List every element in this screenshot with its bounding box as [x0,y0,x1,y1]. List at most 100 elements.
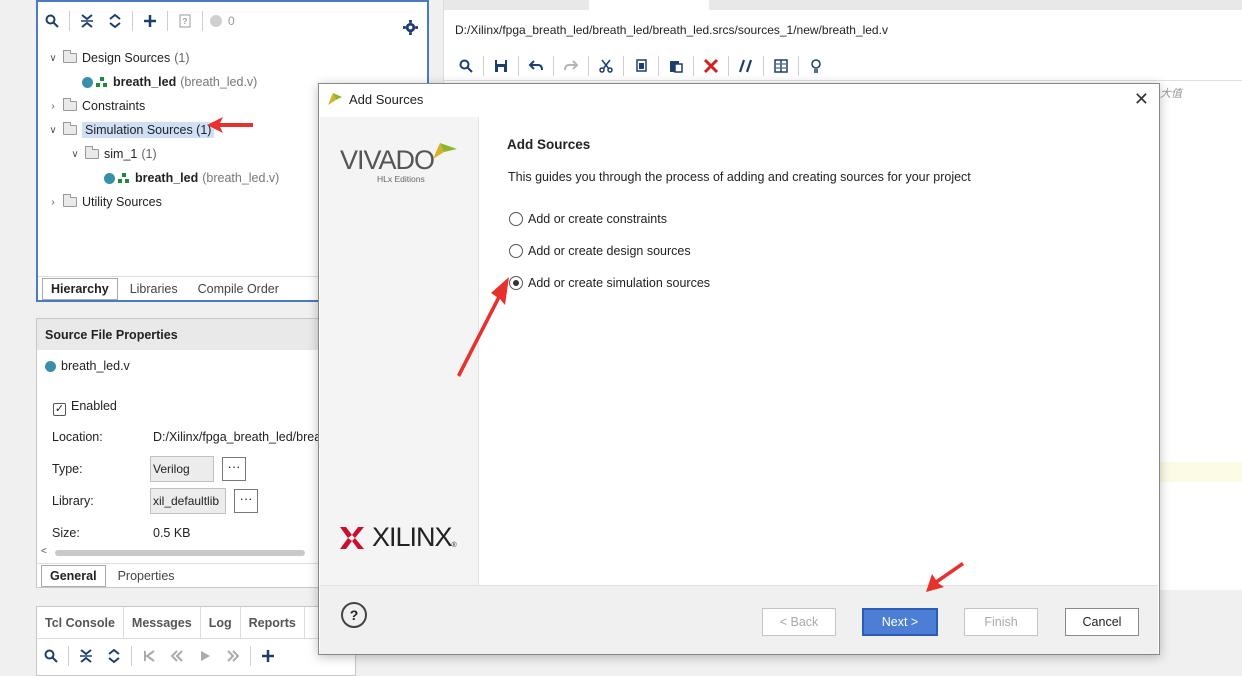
radio-button[interactable] [509,212,523,226]
tree-constraints[interactable]: › Constraints [46,95,145,117]
play-icon[interactable] [191,642,219,670]
collapse-all-icon[interactable] [72,642,100,670]
gear-icon[interactable] [396,13,424,41]
option-constraints[interactable]: Add or create constraints [509,212,667,226]
expand-all-icon[interactable] [101,7,129,35]
cancel-button[interactable]: Cancel [1065,608,1139,636]
copy-icon[interactable] [627,52,655,80]
properties-file-name: breath_led.v [61,359,130,373]
folder-icon [63,194,77,207]
paste-icon[interactable] [662,52,690,80]
current-line-highlight [1159,462,1242,482]
type-label: Type: [52,462,83,476]
search-icon[interactable] [37,642,65,670]
tree-file-breath-led-sim[interactable]: breath_led (breath_led.v) [104,167,279,189]
hierarchy-icon [96,77,107,87]
annotation-arrow-simulation [207,117,253,133]
library-label: Library: [52,494,94,508]
tree-utility-sources[interactable]: › Utility Sources [46,191,162,213]
dialog-description: This guides you through the process of a… [508,170,971,184]
tree-simulation-sources[interactable]: ∨ Simulation Sources (1) [46,119,215,141]
chevron-left-icon[interactable]: < [41,546,47,557]
vivado-leaf-icon [433,143,457,159]
toolbar-separator [763,56,764,76]
add-icon[interactable] [254,642,282,670]
chevron-down-icon[interactable]: ∨ [46,125,60,136]
radio-button[interactable] [509,244,523,258]
tab-hierarchy[interactable]: Hierarchy [42,277,118,300]
first-icon[interactable] [135,642,163,670]
finish-button[interactable]: Finish [964,608,1038,636]
unknown-file-icon[interactable]: ? [171,7,199,35]
tab-messages[interactable]: Messages [124,606,201,639]
chevron-down-icon[interactable]: ∨ [46,53,60,64]
save-icon[interactable] [487,52,515,80]
library-more-button[interactable]: ··· [234,489,258,513]
toolbar-separator [623,56,624,76]
comment-icon[interactable] [732,52,760,80]
xilinx-logo-text: XILINX [372,522,453,552]
console-toolbar [37,641,282,671]
option-design-sources[interactable]: Add or create design sources [509,244,691,258]
help-button[interactable]: ? [341,602,367,628]
option-simulation-sources[interactable]: Add or create simulation sources [509,276,710,290]
registered-mark: ® [451,542,457,549]
next-button[interactable]: Next > [862,608,938,636]
editor-active-tab[interactable] [589,0,709,10]
tree-file-breath-led[interactable]: breath_led (breath_led.v) [82,71,257,93]
chevron-right-icon[interactable]: › [46,101,60,112]
toolbar-separator [518,56,519,76]
tree-count: (1) [141,147,157,161]
scrollbar-thumb[interactable] [55,550,305,556]
tab-general[interactable]: General [41,564,106,587]
xilinx-mark-icon [340,526,364,549]
redo-icon[interactable] [557,52,585,80]
cut-icon[interactable] [592,52,620,80]
option-label: Add or create design sources [528,244,691,258]
search-icon[interactable] [38,7,66,35]
verilog-file-icon [82,76,93,88]
editor-toolbar [452,52,830,80]
tree-design-sources[interactable]: ∨ Design Sources (1) [46,47,190,69]
delete-icon[interactable] [697,52,725,80]
toolbar-separator [202,11,203,31]
sources-toolbar: ? 0 [38,2,239,40]
tab-log[interactable]: Log [201,606,241,639]
verilog-file-icon [45,360,56,372]
previous-icon[interactable] [163,642,191,670]
expand-all-icon[interactable] [100,642,128,670]
add-icon[interactable] [136,7,164,35]
search-icon[interactable] [452,52,480,80]
enabled-label: Enabled [71,399,117,413]
type-more-button[interactable]: ··· [222,457,246,481]
chevron-down-icon[interactable]: ∨ [68,149,82,160]
tab-reports[interactable]: Reports [241,606,305,639]
annotation-arrow-radio [457,277,509,377]
next-icon[interactable] [219,642,247,670]
horizontal-scrollbar[interactable]: < [41,546,316,559]
collapse-all-icon[interactable] [73,7,101,35]
chevron-right-icon[interactable]: › [46,197,60,208]
tab-compile-order[interactable]: Compile Order [190,279,287,299]
close-icon[interactable]: ✕ [1134,89,1149,110]
toolbar-separator [483,56,484,76]
tab-properties[interactable]: Properties [110,566,183,586]
undo-icon[interactable] [522,52,550,80]
editor-side-text: 大值 [1160,87,1182,100]
tree-count: (1) [174,51,190,65]
toolbar-separator [693,56,694,76]
tab-tcl-console[interactable]: Tcl Console [37,606,124,639]
tree-sim-1[interactable]: ∨ sim_1 (1) [68,143,157,165]
source-file-properties-panel: Source File Properties breath_led.v ✓ Ena… [36,318,325,588]
lightbulb-icon[interactable] [802,52,830,80]
toolbar-separator [553,56,554,76]
tree-label: Utility Sources [82,195,162,209]
back-button[interactable]: < Back [762,608,836,636]
columns-icon[interactable] [767,52,795,80]
file-sub: (breath_led.v) [180,75,258,89]
check-icon[interactable]: ✓ [53,403,66,416]
status-count: 0 [228,14,235,28]
location-value: D:/Xilinx/fpga_breath_led/breat [153,430,325,444]
enabled-checkbox[interactable]: ✓ Enabled [53,399,117,416]
tab-libraries[interactable]: Libraries [122,279,186,299]
